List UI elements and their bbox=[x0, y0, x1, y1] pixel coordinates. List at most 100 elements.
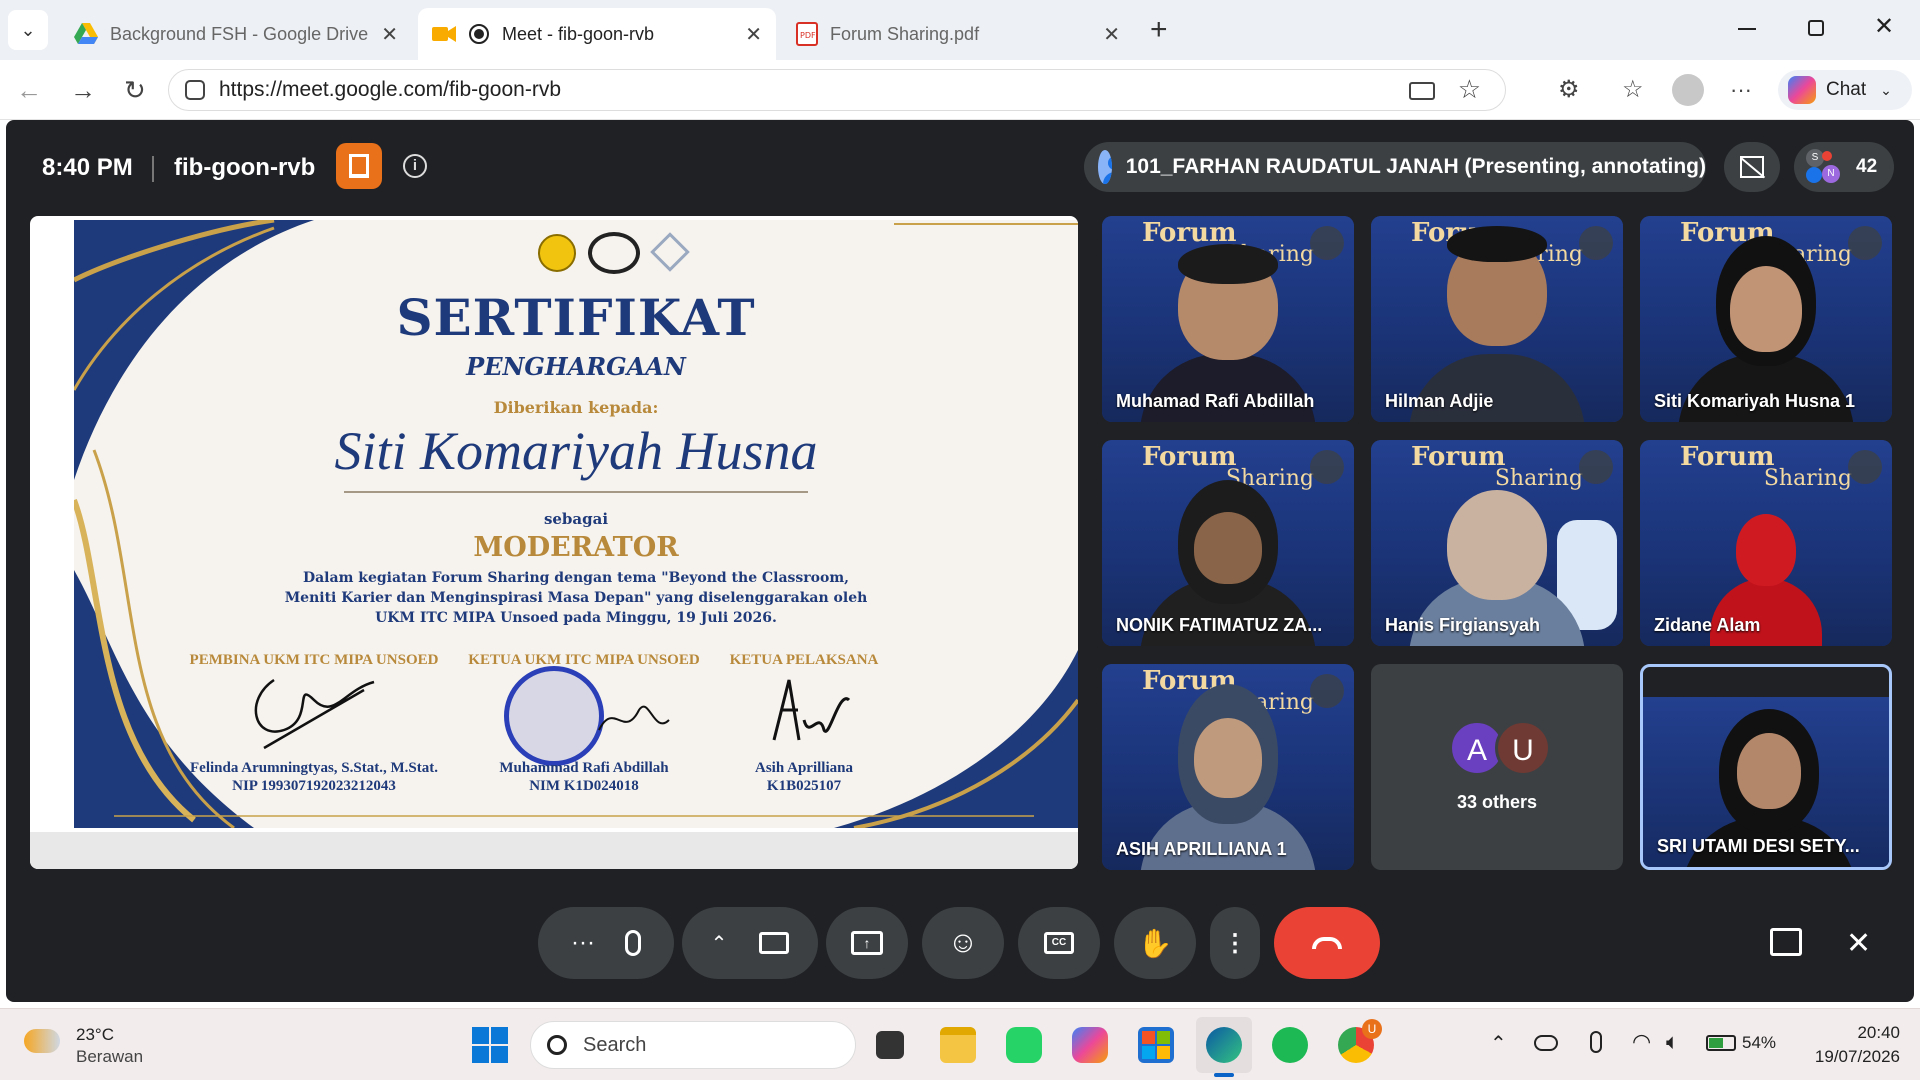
restore-button[interactable] bbox=[1808, 20, 1824, 36]
present-screen-button[interactable]: ↑ bbox=[826, 907, 908, 979]
weather-widget[interactable]: 23°C Berawan bbox=[24, 1025, 164, 1069]
reload-icon[interactable]: ↻ bbox=[124, 76, 146, 104]
tab-title: Meet - fib-goon-rvb bbox=[502, 23, 655, 44]
meeting-details-button[interactable]: i bbox=[403, 154, 427, 178]
chevron-down-icon: ⌄ bbox=[1880, 81, 1892, 98]
whatsapp-icon[interactable] bbox=[1006, 1027, 1042, 1063]
participant-tile[interactable]: Forum Sharing Siti Komariyah Husna 1 bbox=[1640, 216, 1892, 422]
more-horizontal-icon: ··· bbox=[571, 929, 595, 956]
star-icon[interactable]: ☆ bbox=[1458, 74, 1481, 105]
captions-icon: CC bbox=[1044, 932, 1074, 954]
profile-avatar[interactable] bbox=[1672, 74, 1704, 106]
camera-toggle-button[interactable]: ⌃ bbox=[682, 907, 818, 979]
site-info-icon[interactable] bbox=[185, 80, 205, 100]
participant-tile-speaking[interactable]: SRI UTAMI DESI SETY... bbox=[1640, 664, 1892, 870]
copilot-chat-button[interactable]: Chat ⌄ bbox=[1778, 70, 1912, 110]
more-menu-icon[interactable]: ··· bbox=[1730, 76, 1752, 104]
participants-button[interactable]: S N 42 bbox=[1794, 142, 1894, 192]
more-options-button[interactable]: ⋮ bbox=[1210, 907, 1260, 979]
avatar: U bbox=[1495, 720, 1551, 776]
presentation-screen[interactable]: SERTIFIKAT PENGHARGAAN Diberikan kepada:… bbox=[30, 216, 1078, 869]
host-tools-button[interactable]: ✕ bbox=[1846, 926, 1871, 961]
raise-hand-button[interactable]: ✋ bbox=[1114, 907, 1196, 979]
hide-annotations-button[interactable] bbox=[1724, 142, 1780, 192]
signature-rafi bbox=[598, 705, 670, 731]
emoji-icon: ☺ bbox=[947, 926, 979, 959]
signature-felinda bbox=[254, 678, 375, 750]
mic-off-icon bbox=[1848, 226, 1882, 260]
spotify-icon[interactable] bbox=[1272, 1027, 1308, 1063]
new-tab-button[interactable]: + bbox=[1150, 12, 1168, 48]
tab-forum-pdf[interactable]: PDF Forum Sharing.pdf ✕ bbox=[782, 8, 1134, 60]
address-bar-row: ← → ↻ https://meet.google.com/fib-goon-r… bbox=[0, 60, 1920, 120]
task-view-icon[interactable] bbox=[876, 1031, 904, 1059]
clock-date: 19/07/2026 bbox=[1814, 1047, 1900, 1066]
participant-name: Siti Komariyah Husna 1 bbox=[1654, 391, 1856, 411]
host-controls-button[interactable] bbox=[336, 143, 382, 189]
hang-up-icon bbox=[1312, 937, 1342, 949]
tab-search-button[interactable]: ⌄ bbox=[8, 10, 48, 50]
microphone-icon[interactable] bbox=[1590, 1031, 1602, 1053]
file-explorer-icon[interactable] bbox=[940, 1027, 976, 1063]
google-meet-icon bbox=[432, 26, 456, 42]
tab-title: Background FSH - Google Drive bbox=[110, 23, 369, 44]
pdf-icon: PDF bbox=[796, 22, 818, 46]
avatar bbox=[1822, 151, 1832, 161]
logo-itc bbox=[588, 232, 640, 274]
extensions-icon[interactable]: ⚙ bbox=[1558, 76, 1580, 104]
forward-icon[interactable]: → bbox=[70, 76, 96, 104]
mic-off-icon bbox=[1579, 226, 1613, 260]
taskbar-search-box[interactable]: Search bbox=[530, 1021, 856, 1069]
recipient-name: Siti Komariyah Husna bbox=[334, 421, 818, 481]
close-tab-icon[interactable]: ✕ bbox=[381, 22, 398, 47]
back-icon[interactable]: ← bbox=[16, 76, 42, 104]
wifi-icon[interactable]: ◠ bbox=[1632, 1029, 1651, 1055]
tab-google-drive[interactable]: Background FSH - Google Drive ✕ bbox=[60, 8, 412, 60]
start-windows-icon[interactable] bbox=[472, 1027, 508, 1063]
favorites-icon[interactable]: ☆ bbox=[1622, 76, 1644, 104]
presenter-banner[interactable]: 101_FARHAN RAUDATUL JANAH (Presenting, a… bbox=[1084, 142, 1706, 192]
captions-button[interactable]: CC bbox=[1018, 907, 1100, 979]
others-count-label: 33 others bbox=[1456, 792, 1538, 812]
show-hidden-icons-chevron[interactable]: ⌃ bbox=[1490, 1031, 1507, 1056]
copilot-icon bbox=[1788, 76, 1816, 104]
reactions-button[interactable]: ☺ bbox=[922, 907, 1004, 979]
description-line: Meniti Karier dan Menginspirasi Masa Dep… bbox=[284, 590, 868, 606]
leave-call-button[interactable] bbox=[1274, 907, 1380, 979]
clock[interactable]: 20:40 19/07/2026 bbox=[1790, 1023, 1900, 1067]
stamp-itc bbox=[504, 666, 604, 766]
recording-dot-icon bbox=[469, 24, 489, 44]
more-actions-button[interactable]: ··· bbox=[538, 907, 674, 979]
participant-tile[interactable]: ForumSharing Muhamad Rafi Abdillah bbox=[1102, 216, 1354, 422]
edge-browser-icon[interactable] bbox=[1206, 1027, 1242, 1063]
participant-tile[interactable]: Forum Sharing NONIK FATIMATUZ ZA... bbox=[1102, 440, 1354, 646]
chat-panel-button[interactable] bbox=[1770, 928, 1802, 956]
microsoft-store-icon[interactable] bbox=[1138, 1027, 1174, 1063]
avatar bbox=[1098, 150, 1112, 184]
others-tile[interactable]: A U 33 others bbox=[1371, 664, 1623, 870]
participant-tile[interactable]: Forum Sharing ASIH APRILLIANA 1 bbox=[1102, 664, 1354, 870]
battery-icon[interactable] bbox=[1706, 1035, 1736, 1051]
volume-icon[interactable]: 🔈︎ bbox=[1666, 1029, 1679, 1055]
participant-name: Hanis Firgiansyah bbox=[1385, 615, 1541, 635]
tab-meet[interactable]: Meet - fib-goon-rvb ✕ bbox=[418, 8, 776, 60]
more-vertical-icon: ⋮ bbox=[1223, 929, 1247, 957]
close-tab-icon[interactable]: ✕ bbox=[1103, 22, 1120, 47]
svg-text:PDF: PDF bbox=[800, 31, 816, 40]
copilot-icon[interactable] bbox=[1072, 1027, 1108, 1063]
close-window-button[interactable]: ✕ bbox=[1874, 12, 1894, 41]
participant-tile[interactable]: Forum Sharing Zidane Alam bbox=[1640, 440, 1892, 646]
camera-icon bbox=[759, 932, 790, 954]
certificate-title: SERTIFIKAT bbox=[396, 288, 756, 347]
participant-tile[interactable]: Forum Sharing Hanis Firgiansyah bbox=[1371, 440, 1623, 646]
close-tab-icon[interactable]: ✕ bbox=[745, 22, 762, 47]
mic-off-icon bbox=[1848, 450, 1882, 484]
avatar: N bbox=[1822, 165, 1840, 183]
minimize-button[interactable] bbox=[1738, 16, 1758, 36]
onedrive-icon[interactable] bbox=[1534, 1035, 1558, 1051]
camera-in-use-icon[interactable] bbox=[1409, 82, 1435, 100]
participant-tile[interactable]: ForumSharing Hilman Adjie bbox=[1371, 216, 1623, 422]
signer-role: KETUA UKM ITC MIPA UNSOED bbox=[468, 652, 700, 668]
url-field[interactable]: https://meet.google.com/fib-goon-rvb ☆ bbox=[168, 69, 1506, 111]
chrome-icon[interactable]: U bbox=[1338, 1019, 1382, 1063]
